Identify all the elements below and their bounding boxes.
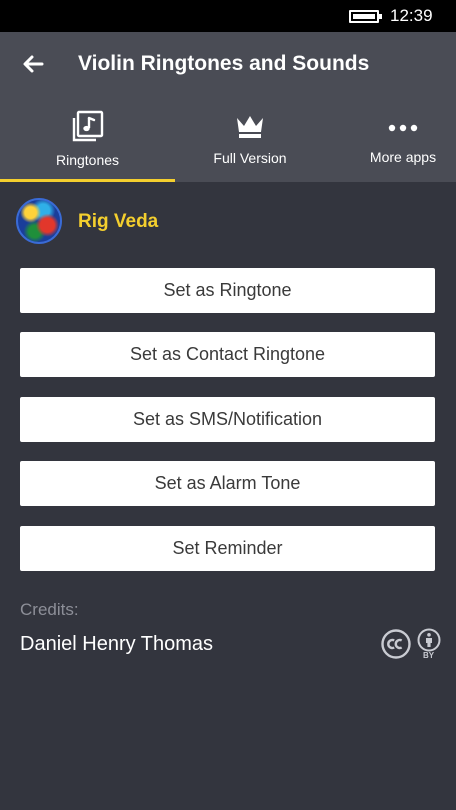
tab-full-version[interactable]: Full Version <box>175 104 325 182</box>
set-as-contact-ringtone-button[interactable]: Set as Contact Ringtone <box>20 332 435 377</box>
app-header: Violin Ringtones and Sounds Ringtones Fu… <box>0 32 456 182</box>
tab-selected-indicator <box>0 179 175 182</box>
license-by-label: BY <box>423 651 435 660</box>
tab-ringtones[interactable]: Ringtones <box>0 104 175 182</box>
tab-more-apps-label: More apps <box>369 149 437 165</box>
set-as-sms-notification-button[interactable]: Set as SMS/Notification <box>20 397 435 442</box>
tab-more-apps[interactable]: More apps <box>350 104 456 182</box>
crown-icon <box>237 116 263 138</box>
status-bar: 12:39 <box>0 0 456 32</box>
avatar <box>16 198 62 244</box>
tab-ringtones-label: Ringtones <box>55 152 120 168</box>
page-title: Violin Ringtones and Sounds <box>78 52 370 75</box>
more-dots-icon <box>388 124 418 132</box>
set-as-ringtone-button[interactable]: Set as Ringtone <box>20 268 435 313</box>
credits-label: Credits: <box>20 600 79 619</box>
by-attribution-icon <box>417 628 441 652</box>
ringtone-name: Rig Veda <box>78 211 159 232</box>
music-library-icon <box>72 110 103 142</box>
set-reminder-button[interactable]: Set Reminder <box>20 526 435 571</box>
credits-author: Daniel Henry Thomas <box>20 633 214 655</box>
battery-icon <box>349 10 382 23</box>
clock: 12:39 <box>390 6 433 25</box>
cc-icon <box>381 629 411 659</box>
set-as-alarm-tone-button[interactable]: Set as Alarm Tone <box>20 461 435 506</box>
back-arrow-icon[interactable] <box>22 54 44 74</box>
tab-full-version-label: Full Version <box>213 150 287 166</box>
